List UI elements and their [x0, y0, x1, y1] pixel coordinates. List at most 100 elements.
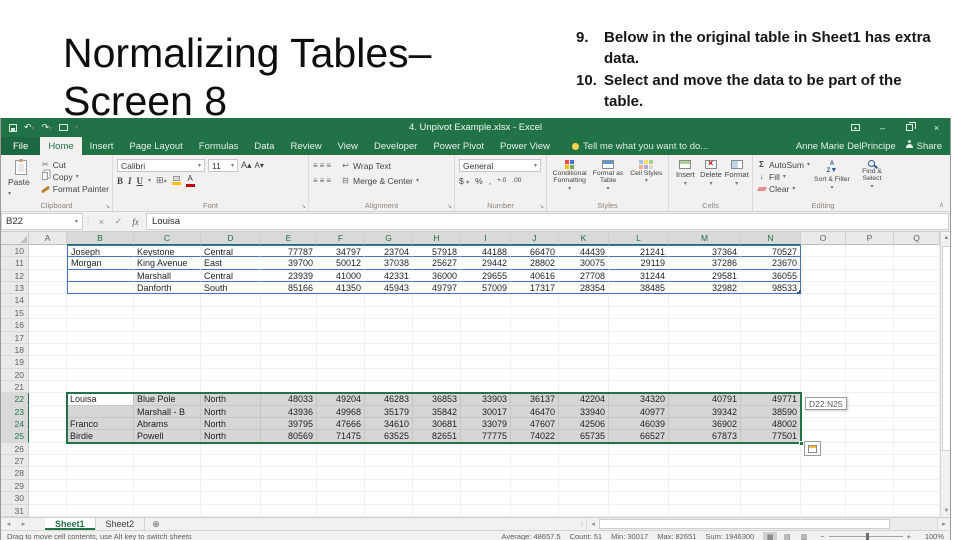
row-header-31[interactable]: 31: [1, 504, 29, 517]
cell-E14[interactable]: [261, 294, 317, 307]
autosum-button[interactable]: Σ AutoSum ▾: [757, 159, 810, 170]
cell-A18[interactable]: [29, 343, 67, 357]
cell-K28[interactable]: [559, 467, 609, 480]
cell-M24[interactable]: 36902: [669, 418, 741, 431]
cell-I19[interactable]: [461, 356, 511, 369]
cell-E28[interactable]: [261, 467, 317, 480]
increase-font-icon[interactable]: A▴: [241, 160, 252, 171]
align-bottom-icon[interactable]: ≡: [326, 161, 331, 170]
cancel-icon[interactable]: ×: [93, 217, 110, 227]
cell-I13[interactable]: 57009: [461, 282, 511, 295]
format-cells-button[interactable]: Format ▾: [724, 158, 749, 199]
cell-Q27[interactable]: [894, 455, 940, 468]
cell-Q16[interactable]: [894, 319, 940, 332]
cell-H14[interactable]: [413, 294, 461, 307]
cut-button[interactable]: ✂ Cut: [41, 159, 109, 170]
cell-O11[interactable]: [801, 257, 846, 270]
cell-O29[interactable]: [801, 479, 846, 493]
cell-L26[interactable]: [609, 442, 669, 456]
cell-B13[interactable]: [67, 282, 134, 295]
cell-G15[interactable]: [365, 306, 413, 320]
cell-N24[interactable]: 48002: [741, 418, 801, 431]
cell-A21[interactable]: [29, 380, 67, 394]
cell-Q30[interactable]: [894, 492, 940, 505]
cell-A23[interactable]: [29, 405, 67, 419]
zoom-out-icon[interactable]: −: [820, 532, 824, 540]
cell-F10[interactable]: 34797: [317, 245, 365, 258]
cell-J19[interactable]: [511, 356, 559, 369]
cell-G30[interactable]: [365, 492, 413, 505]
cell-L30[interactable]: [609, 492, 669, 505]
row-header-19[interactable]: 19: [1, 356, 29, 369]
cell-G20[interactable]: [365, 368, 413, 381]
delete-cells-button[interactable]: Delete▾: [699, 158, 724, 199]
tab-splitter-handle[interactable]: ⁞: [578, 518, 586, 530]
cell-P17[interactable]: [846, 331, 894, 344]
cell-I17[interactable]: [461, 331, 511, 344]
cell-K22[interactable]: 42204: [559, 393, 609, 406]
cell-Q13[interactable]: [894, 282, 940, 295]
cell-B14[interactable]: [67, 294, 134, 307]
cell-Q11[interactable]: [894, 257, 940, 270]
cell-M21[interactable]: [669, 380, 741, 394]
cell-I10[interactable]: 44188: [461, 245, 511, 258]
cell-F24[interactable]: 47666: [317, 418, 365, 431]
col-header-P[interactable]: P: [846, 232, 894, 245]
ribbon-tab-page-layout[interactable]: Page Layout: [121, 137, 190, 155]
cell-L28[interactable]: [609, 467, 669, 480]
cell-A16[interactable]: [29, 319, 67, 332]
quick-analysis-button[interactable]: [804, 441, 821, 456]
cell-O13[interactable]: [801, 282, 846, 295]
cell-M10[interactable]: 37364: [669, 245, 741, 258]
row-header-25[interactable]: 25: [1, 430, 29, 443]
cell-M25[interactable]: 67873: [669, 430, 741, 443]
cell-K31[interactable]: [559, 504, 609, 517]
row-header-15[interactable]: 15: [1, 306, 29, 320]
copy-button[interactable]: Copy ▾: [41, 171, 109, 182]
row-header-23[interactable]: 23: [1, 405, 29, 419]
cell-D18[interactable]: [201, 343, 261, 357]
find-select-button[interactable]: Find & Select ▾: [854, 158, 890, 199]
cell-J15[interactable]: [511, 306, 559, 320]
row-header-12[interactable]: 12: [1, 269, 29, 283]
cell-P26[interactable]: [846, 442, 894, 456]
cell-L19[interactable]: [609, 356, 669, 369]
cell-E29[interactable]: [261, 479, 317, 493]
cell-D29[interactable]: [201, 479, 261, 493]
cell-H30[interactable]: [413, 492, 461, 505]
font-name-select[interactable]: Calibri ▾: [117, 159, 205, 172]
cell-M19[interactable]: [669, 356, 741, 369]
cell-G14[interactable]: [365, 294, 413, 307]
cell-O19[interactable]: [801, 356, 846, 369]
cell-F23[interactable]: 49968: [317, 405, 365, 419]
cell-L17[interactable]: [609, 331, 669, 344]
row-header-14[interactable]: 14: [1, 294, 29, 307]
ribbon-tab-data[interactable]: Data: [246, 137, 282, 155]
font-color-button[interactable]: A: [185, 174, 195, 187]
cell-H24[interactable]: 30681: [413, 418, 461, 431]
cell-I22[interactable]: 33903: [461, 393, 511, 406]
number-dialog-launcher[interactable]: ↘: [539, 203, 544, 210]
zoom-in-icon[interactable]: +: [907, 532, 911, 540]
row-header-21[interactable]: 21: [1, 380, 29, 394]
cell-Q29[interactable]: [894, 479, 940, 493]
cell-O27[interactable]: [801, 455, 846, 468]
row-header-30[interactable]: 30: [1, 492, 29, 505]
cell-H25[interactable]: 82651: [413, 430, 461, 443]
cell-C14[interactable]: [134, 294, 201, 307]
cell-K18[interactable]: [559, 343, 609, 357]
cell-F19[interactable]: [317, 356, 365, 369]
cell-D26[interactable]: [201, 442, 261, 456]
cell-G21[interactable]: [365, 380, 413, 394]
cell-P12[interactable]: [846, 269, 894, 283]
col-header-G[interactable]: G: [365, 232, 413, 245]
minimize-button[interactable]: –: [869, 118, 896, 137]
row-header-11[interactable]: 11: [1, 257, 29, 270]
cell-J11[interactable]: 28802: [511, 257, 559, 270]
cell-L13[interactable]: 38485: [609, 282, 669, 295]
cell-A28[interactable]: [29, 467, 67, 480]
cell-P23[interactable]: [846, 405, 894, 419]
zoom-thumb[interactable]: [865, 533, 869, 540]
col-header-A[interactable]: A: [29, 232, 67, 245]
cell-L25[interactable]: 66527: [609, 430, 669, 443]
